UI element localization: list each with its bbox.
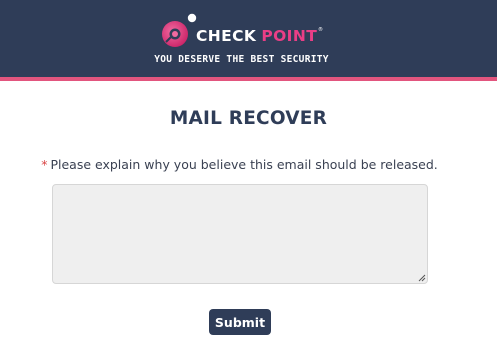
page-title: MAIL RECOVER	[169, 108, 328, 129]
brand-word-point: POINT	[261, 27, 318, 45]
brand-tagline: YOU DESERVE THE BEST SECURITY	[154, 54, 329, 65]
header-accent-stripe	[0, 77, 497, 81]
header-banner: CHECK POINT ® YOU DESERVE THE BEST SECURI…	[0, 0, 497, 77]
brand-word-check: CHECK	[196, 27, 257, 45]
reason-prompt-text: Please explain why you believe this emai…	[50, 157, 438, 172]
resize-grip-icon[interactable]	[418, 274, 426, 282]
submit-button[interactable]: Submit	[209, 309, 271, 335]
required-marker: *	[41, 157, 48, 172]
release-reason-textarea[interactable]	[52, 184, 428, 284]
reason-prompt: * Please explain why you believe this ema…	[0, 157, 488, 172]
check-point-logo-icon	[162, 13, 197, 47]
trademark-symbol: ®	[318, 27, 323, 33]
brand-name: CHECK POINT	[196, 27, 317, 45]
brand-logo: CHECK POINT	[160, 12, 340, 52]
